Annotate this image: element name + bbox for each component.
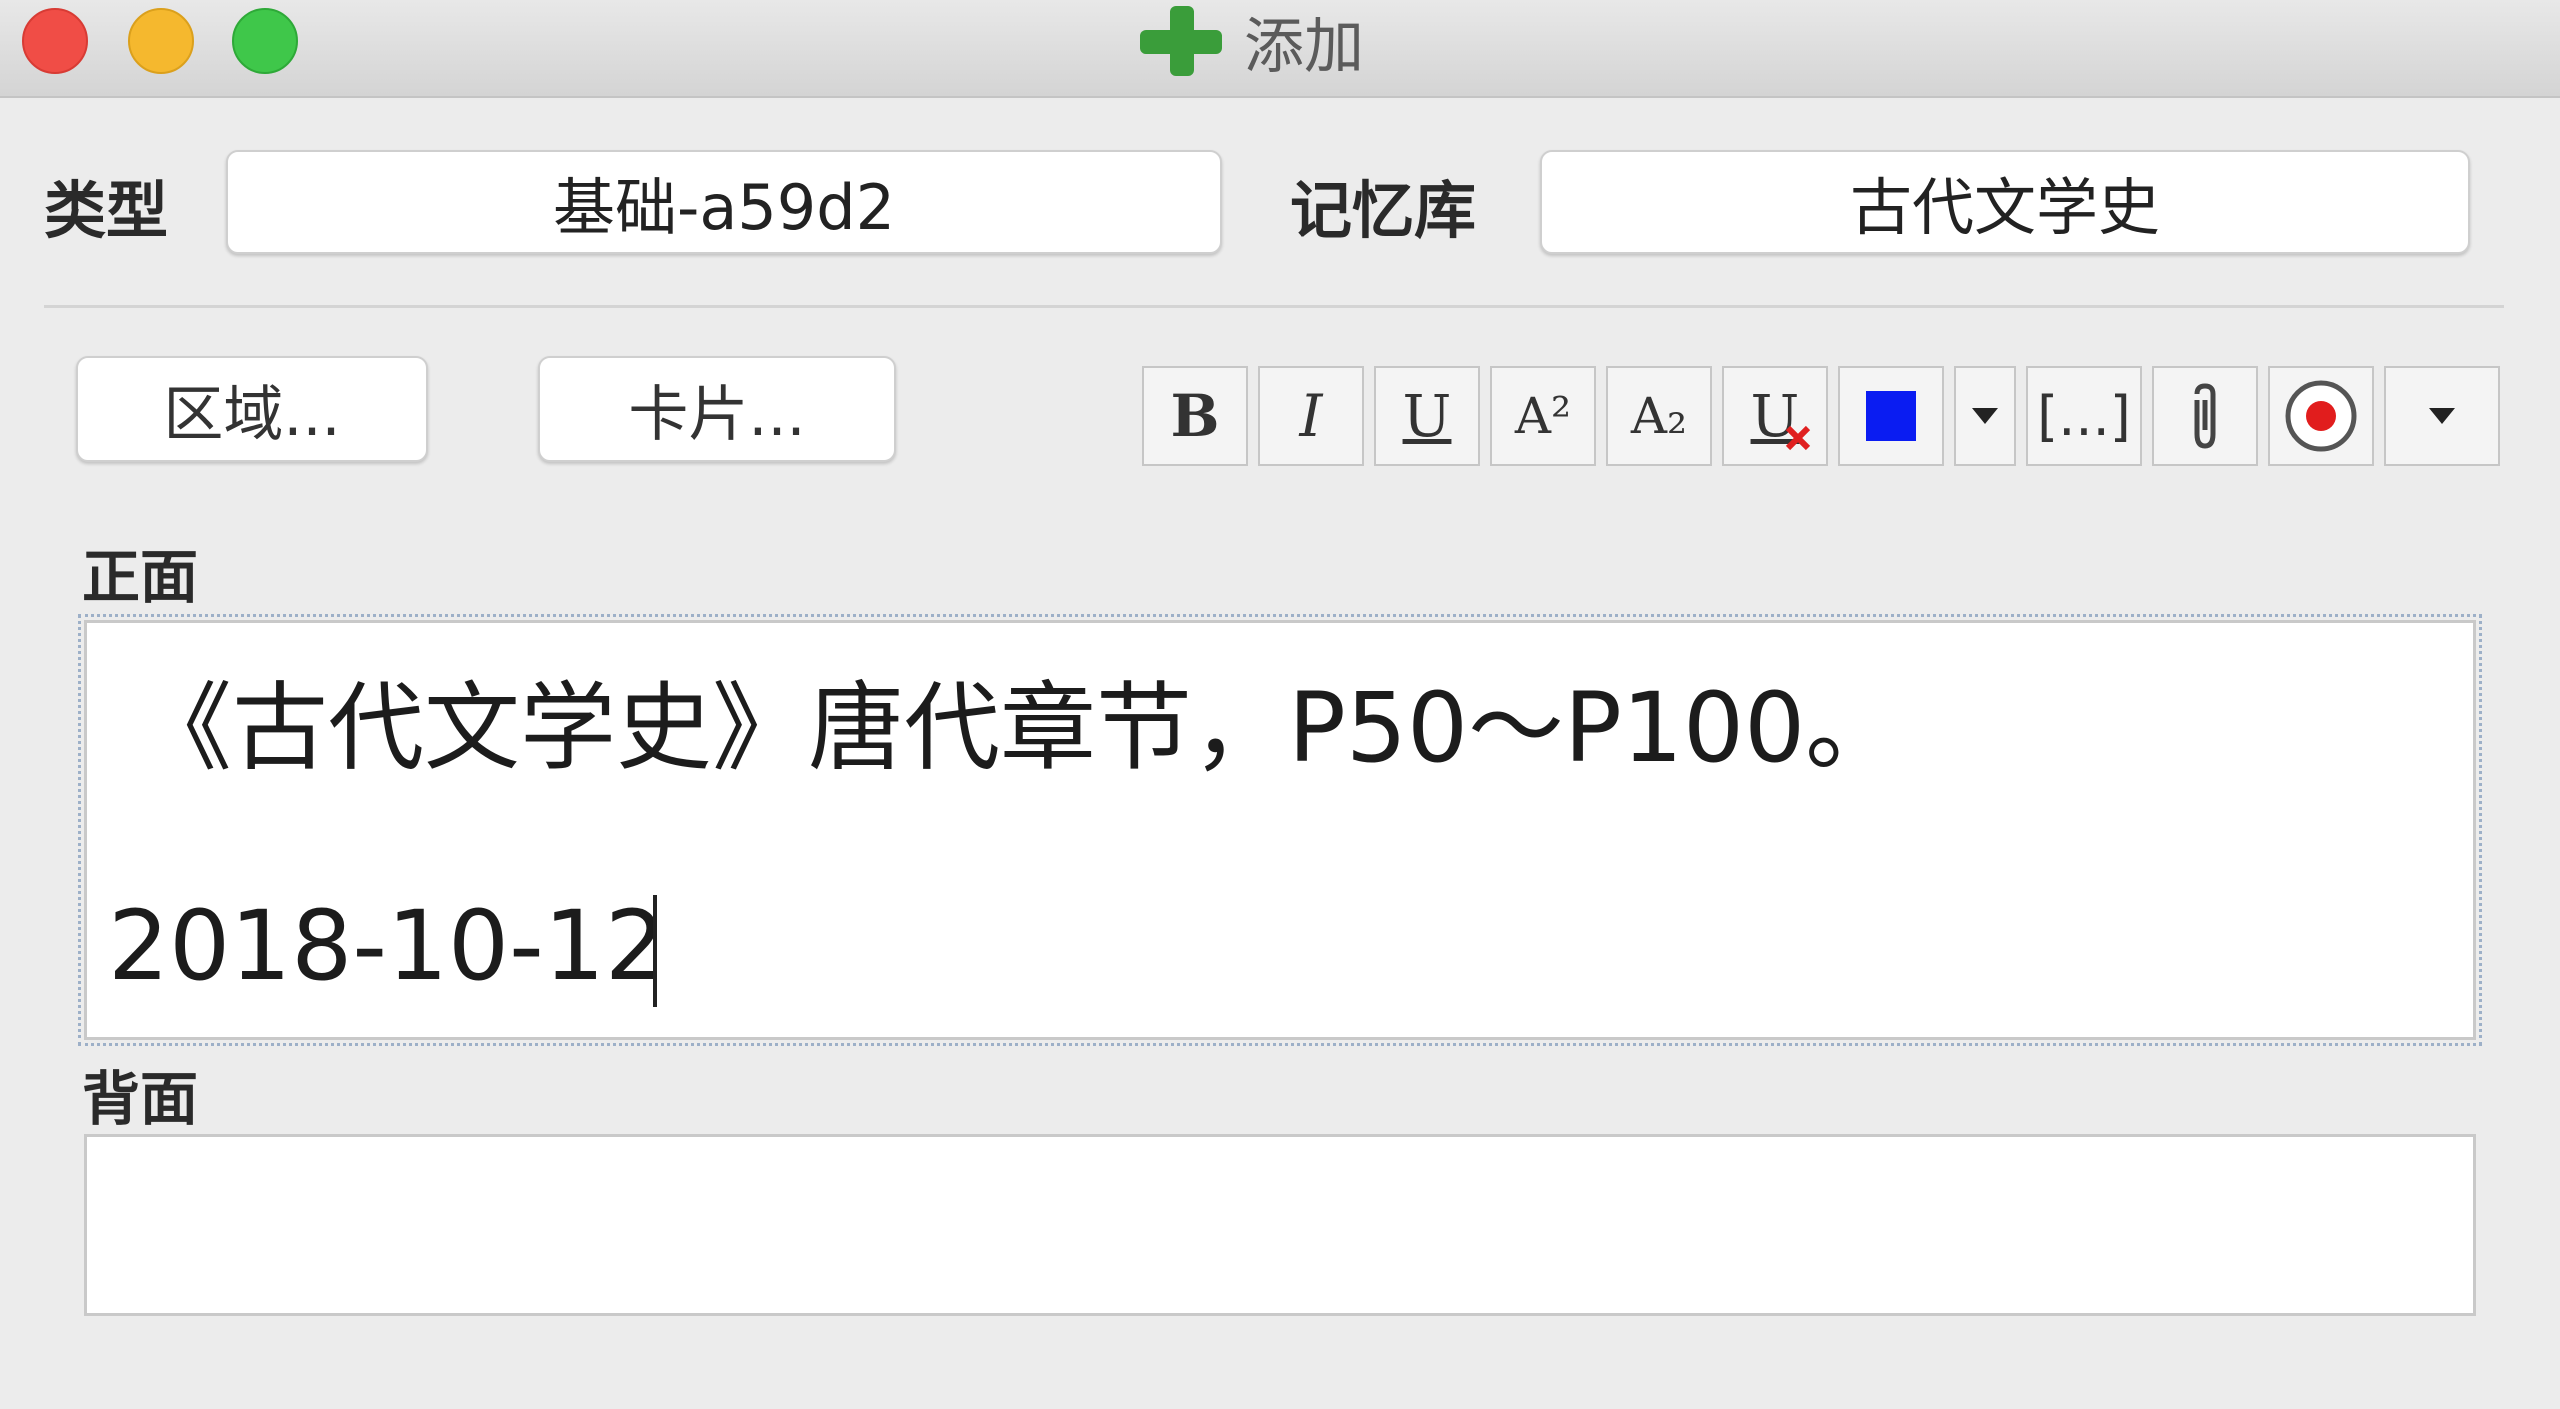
clear-format-button[interactable]: U (1722, 366, 1828, 466)
underline-icon: U (1402, 382, 1452, 450)
fields-button[interactable]: 区域... (76, 356, 428, 462)
subscript-button[interactable]: A₂ (1606, 366, 1712, 466)
type-label: 类型 (44, 174, 169, 247)
italic-icon: I (1299, 382, 1323, 450)
text-cursor (653, 895, 657, 1007)
plus-icon (1140, 6, 1222, 76)
title-bar: 添加 (0, 0, 2560, 98)
attach-button[interactable] (2152, 366, 2258, 466)
record-icon (2285, 380, 2357, 452)
color-swatch-icon (1866, 391, 1916, 441)
divider (44, 305, 2504, 308)
deck-selector[interactable]: 古代文学史 (1540, 150, 2470, 254)
back-editor[interactable] (84, 1134, 2476, 1316)
cloze-icon: [...] (2037, 384, 2131, 448)
subscript-icon: A₂ (1630, 387, 1688, 445)
minimize-window-button[interactable] (128, 8, 194, 74)
italic-button[interactable]: I (1258, 366, 1364, 466)
more-options-button[interactable] (2384, 366, 2500, 466)
record-button[interactable] (2268, 366, 2374, 466)
deck-label: 记忆库 (1290, 174, 1477, 247)
front-text-date: 2018-10-12 (108, 890, 666, 1002)
underline-button[interactable]: U (1374, 366, 1480, 466)
red-x-icon (1785, 425, 1811, 451)
bold-icon: B (1170, 382, 1220, 450)
color-dropdown-button[interactable] (1954, 366, 2016, 466)
back-label: 背面 (82, 1065, 199, 1133)
zoom-window-button[interactable] (232, 8, 298, 74)
window-title-text: 添加 (1244, 11, 1364, 82)
front-text-line: 《古代文学史》唐代章节，P50～P100。 (136, 672, 1902, 784)
text-color-button[interactable] (1838, 366, 1944, 466)
note-type-selector[interactable]: 基础-a59d2 (226, 150, 1222, 254)
superscript-button[interactable]: A² (1490, 366, 1596, 466)
chevron-down-icon (1972, 408, 1998, 424)
paperclip-icon (2194, 383, 2216, 449)
bold-button[interactable]: B (1142, 366, 1248, 466)
superscript-icon: A² (1514, 387, 1572, 445)
chevron-down-icon (2429, 408, 2455, 424)
close-window-button[interactable] (22, 8, 88, 74)
front-label: 正面 (82, 543, 199, 611)
window-title: 添加 (1140, 6, 1364, 82)
cards-button[interactable]: 卡片... (538, 356, 896, 462)
cloze-button[interactable]: [...] (2026, 366, 2142, 466)
